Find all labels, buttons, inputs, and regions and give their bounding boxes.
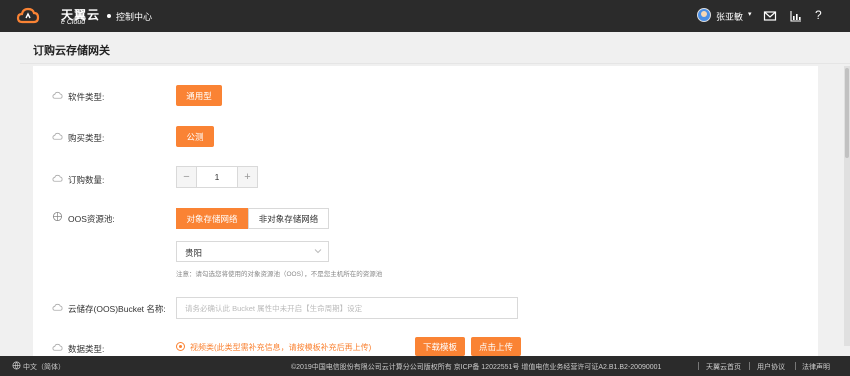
mail-icon[interactable] [763,9,777,23]
resource-pool-selected: 贵阳 [185,248,203,258]
resource-pool-note: 注意：请勾选您将使用的对象资源池（OOS），不是您主机所在的资源池 [176,271,383,278]
cloud-icon [52,174,63,182]
footer-link-home[interactable]: 天翼云首页 [706,362,741,372]
download-template-button[interactable]: 下载模板 [415,337,465,356]
cloud-icon [52,303,63,311]
bucket-name-label: 云储存(OOS)Bucket 名称: [68,304,166,314]
globe-icon [12,361,21,370]
data-type-label: 数据类型: [68,344,105,354]
footer-divider [698,362,699,370]
separator-dot [107,14,111,18]
user-avatar[interactable] [697,8,711,22]
network-icon [52,211,63,222]
chart-icon[interactable] [789,9,803,23]
cloud-icon [52,343,63,351]
tab-non-object-storage-network[interactable]: 非对象存储网络 [248,208,329,229]
console-link[interactable]: 控制中心 [116,10,152,23]
video-type-radio-label[interactable]: 视频类(此类型需补充信息，请按模板补充后再上传) [190,342,371,353]
tab-object-storage-network[interactable]: 对象存储网络 [176,208,248,229]
purchase-type-public-beta-button[interactable]: 公测 [176,126,214,147]
footer: 中文（简体） ©2019中国电信股份有限公司云计算分公司版权所有 京ICP备 1… [0,356,850,376]
quantity-increase-button[interactable]: + [237,167,257,187]
software-type-general-button[interactable]: 通用型 [176,85,222,106]
top-navigation-bar: 天翼云 e Cloud 控制中心 张亚敏 ▾ ? [0,0,850,32]
footer-link-legal[interactable]: 法律声明 [802,362,830,372]
footer-link-user-agreement[interactable]: 用户协议 [757,362,785,372]
quantity-decrease-button[interactable]: − [177,167,197,187]
scrollbar-thumb[interactable] [845,68,849,158]
software-type-label: 软件类型: [68,92,105,102]
help-icon[interactable]: ? [815,8,822,22]
cloud-icon [52,132,63,140]
chevron-down-icon [314,249,322,254]
quantity-label: 订购数量: [68,175,105,185]
username[interactable]: 张亚敏 [716,10,743,23]
ecloud-logo-icon[interactable] [16,5,60,27]
resource-pool-select[interactable]: 贵阳 [176,241,329,262]
oos-pool-label: OOS资源池: [68,214,115,224]
footer-divider [749,362,750,370]
purchase-type-label: 购买类型: [68,133,105,143]
upload-button[interactable]: 点击上传 [471,337,521,356]
title-divider [20,63,850,64]
brand-name-en: e Cloud [61,19,86,26]
copyright-text: ©2019中国电信股份有限公司云计算分公司版权所有 京ICP备 12022551… [291,364,662,371]
footer-divider [795,362,796,370]
chevron-down-icon[interactable]: ▾ [748,10,752,18]
video-type-radio[interactable] [176,342,185,351]
quantity-value[interactable]: 1 [197,167,237,187]
cloud-icon [52,91,63,99]
bucket-name-input[interactable] [176,297,518,319]
quantity-stepper: − 1 + [176,166,258,188]
language-selector[interactable]: 中文（简体） [23,362,65,372]
page-title: 订购云存储网关 [33,45,110,57]
